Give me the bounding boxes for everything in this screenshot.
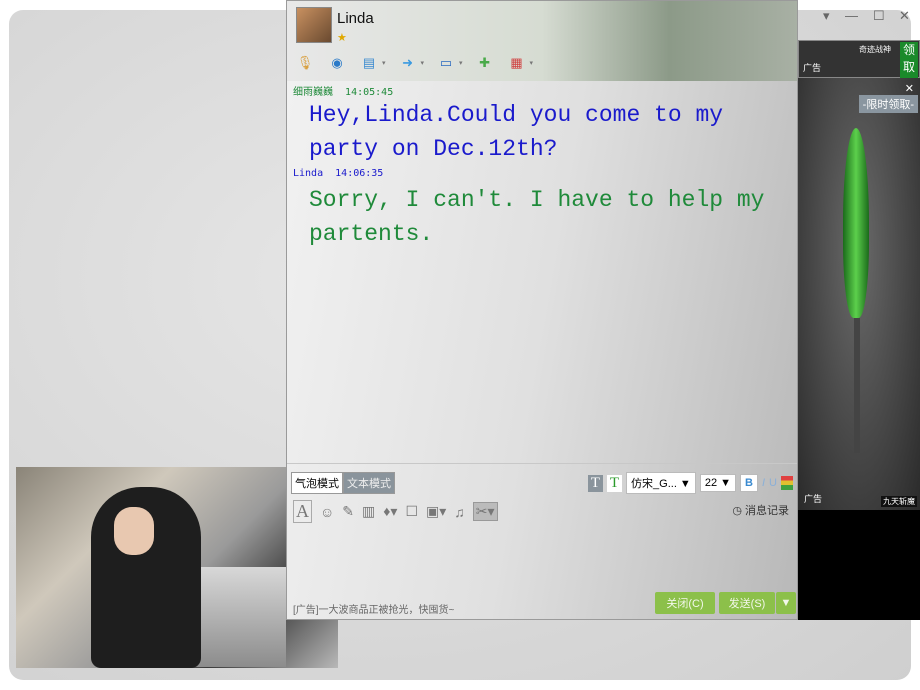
menu-icon[interactable]: ▾ [823, 8, 830, 24]
ad-label: 广告 [804, 494, 823, 504]
webcam-icon[interactable]: ◉ [327, 53, 347, 73]
input-area: 气泡模式 文本模式 T T 仿宋_G... ▼ 22 ▼ B I U A ☺ ✎ … [287, 463, 797, 621]
message-text: Hey,Linda.Could you come to my party on … [309, 102, 724, 162]
magic-wand-icon[interactable]: ✎ [342, 503, 354, 520]
maximize-icon[interactable]: ☐ [873, 8, 885, 24]
ad-link[interactable]: [广告]一大波商品正被抢光，快囤货~ [293, 601, 454, 616]
screen-share-icon[interactable]: ▤ [359, 53, 379, 73]
ad-banner[interactable]: 奇迹战神 广告 领取 [798, 40, 920, 78]
chevron-down-icon[interactable]: ▾ [530, 59, 534, 67]
message-text: Sorry, I can't. I have to help my parten… [309, 187, 765, 247]
title-bar: Linda ★ ▾ — ☐ ✕ 🎙 ◉ ▤ ▾ ➜ ▾ ▭ ▾ ✚ ▦ ▾ [287, 1, 910, 81]
chevron-down-icon[interactable]: ▾ [382, 59, 386, 67]
image-icon[interactable]: ▣▾ [426, 503, 446, 520]
ad-close-icon[interactable]: ✕ [905, 82, 914, 95]
star-icon: ★ [337, 32, 347, 44]
bubble-mode-tab[interactable]: 气泡模式 [291, 472, 343, 494]
emoji-icon[interactable]: ☺ [320, 504, 334, 520]
ad-image[interactable]: ✕ -限时领取- 广告 九天斩魔 [798, 78, 920, 510]
video-icon[interactable]: ▥ [362, 503, 375, 520]
music-icon[interactable]: ♫ [454, 504, 465, 520]
send-button[interactable]: 发送(S) [719, 592, 775, 614]
edit-icon[interactable]: ☐ [405, 503, 418, 520]
ad-panel: 奇迹战神 广告 领取 ✕ -限时领取- 广告 九天斩魔 [798, 40, 920, 620]
underline-button[interactable]: U [769, 477, 777, 489]
chat-window: Linda ★ ▾ — ☐ ✕ 🎙 ◉ ▤ ▾ ➜ ▾ ▭ ▾ ✚ ▦ ▾ 细雨巍巍 14:05:4… [286, 0, 910, 621]
text-mode-tab[interactable]: 文本模式 [343, 472, 395, 494]
voice-icon[interactable]: ♦▾ [383, 503, 397, 520]
microphone-icon[interactable]: 🎙 [295, 53, 315, 73]
file-transfer-icon[interactable]: ➜ [398, 53, 418, 73]
apps-icon[interactable]: ▦ [507, 53, 527, 73]
message-meta: 细雨巍巍 14:05:45 [293, 87, 394, 98]
size-select[interactable]: 22 ▼ [699, 474, 737, 492]
color-palette-icon[interactable] [781, 476, 793, 490]
remote-desktop-icon[interactable]: ▭ [436, 53, 456, 73]
font-icon[interactable]: A [293, 500, 312, 523]
text-color-icon[interactable]: T [606, 474, 623, 492]
add-chat-icon[interactable]: ✚ [475, 53, 495, 73]
contact-name: Linda [337, 10, 374, 27]
avatar[interactable] [296, 7, 332, 43]
close-icon[interactable]: ✕ [899, 8, 910, 24]
screenshot-icon[interactable]: ✂▾ [472, 502, 498, 521]
chevron-down-icon[interactable]: ▾ [421, 59, 425, 67]
claim-button[interactable]: 领取 [900, 42, 918, 78]
italic-button[interactable]: I [762, 477, 765, 489]
message-meta: Linda 14:06:35 [293, 168, 384, 179]
bold-button[interactable]: B [740, 474, 758, 492]
message-list: 细雨巍巍 14:05:45 Hey,Linda.Could you come t… [293, 83, 791, 251]
close-button[interactable]: 关闭(C) [655, 592, 715, 614]
text-style-icon[interactable]: T [587, 474, 603, 492]
send-options-button[interactable]: ▼ [776, 592, 796, 614]
message-history-button[interactable]: ◷ 消息记录 [732, 502, 789, 518]
font-select[interactable]: 仿宋_G... ▼ [626, 472, 696, 494]
minimize-icon[interactable]: — [845, 8, 858, 23]
chevron-down-icon[interactable]: ▾ [459, 59, 463, 67]
game-name: 九天斩魔 [881, 496, 917, 507]
promo-label: -限时领取- [858, 95, 918, 113]
